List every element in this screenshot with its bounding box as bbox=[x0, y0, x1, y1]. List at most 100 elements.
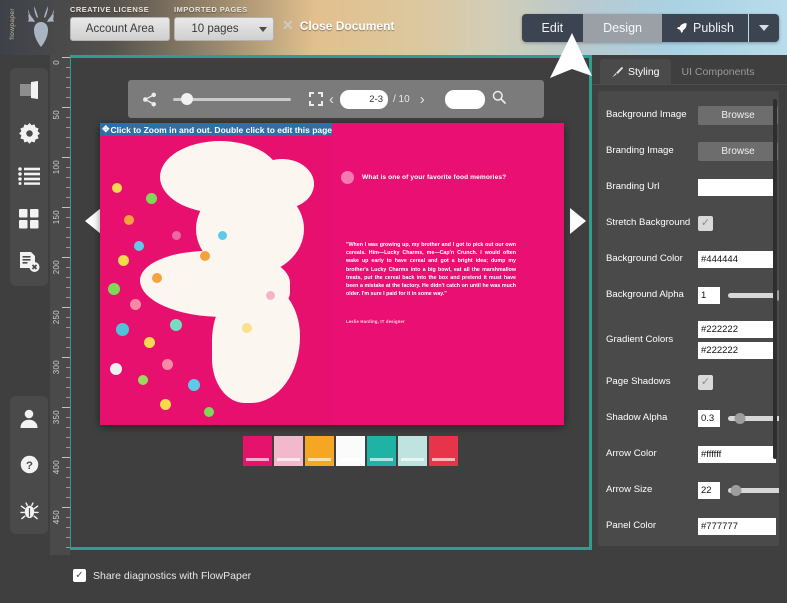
ruler-tick-minor bbox=[66, 477, 70, 478]
document-canvas[interactable]: ‹ 2-3 / 10 › bbox=[68, 55, 592, 550]
publication-icon[interactable] bbox=[17, 78, 41, 102]
field-control: Browse bbox=[698, 142, 778, 161]
value-slider[interactable] bbox=[728, 485, 779, 495]
ruler-tick-minor bbox=[66, 517, 70, 518]
ruler-tick-minor bbox=[66, 417, 70, 418]
browse-button[interactable]: Browse bbox=[698, 142, 778, 161]
share-icon[interactable] bbox=[142, 92, 157, 107]
ruler-label: 300 bbox=[52, 360, 61, 374]
page-left[interactable]: ✥ Click to Zoom in and out. Double click… bbox=[100, 123, 332, 425]
close-x-icon: ✕ bbox=[282, 17, 294, 34]
brand-logo[interactable]: flowpaper bbox=[8, 2, 60, 54]
color-input[interactable]: #222222 bbox=[698, 321, 776, 338]
ruler-tick-minor bbox=[66, 217, 70, 218]
pages-select[interactable]: 10 pages bbox=[174, 17, 274, 41]
field-row: Background Alpha1 bbox=[606, 285, 769, 305]
ruler-tick-minor bbox=[66, 377, 70, 378]
search-input[interactable] bbox=[445, 90, 485, 109]
remove-document-icon[interactable] bbox=[17, 250, 41, 274]
numeric-input[interactable]: 0.3 bbox=[698, 410, 720, 427]
page-thumb-4[interactable] bbox=[336, 436, 365, 466]
panel-scrollbar[interactable] bbox=[773, 99, 777, 459]
thumb-caption-bar bbox=[432, 458, 455, 461]
numeric-input[interactable]: 1 bbox=[698, 287, 720, 304]
field-control: #777777 bbox=[698, 518, 776, 535]
field-control: 0.3 bbox=[698, 410, 779, 427]
spread-next-arrow[interactable] bbox=[566, 206, 590, 236]
tab-edit[interactable]: Edit bbox=[522, 14, 584, 42]
zoom-slider-knob[interactable] bbox=[181, 93, 193, 105]
ruler-tick-minor bbox=[66, 317, 70, 318]
ruler-tick-minor bbox=[66, 197, 70, 198]
chevron-down-icon bbox=[259, 27, 267, 32]
text-input[interactable] bbox=[698, 179, 776, 196]
flowpaper-designer-window: flowpaper CREATIVE LICENSE Account Area … bbox=[0, 0, 787, 603]
page-thumb-7[interactable] bbox=[429, 436, 458, 466]
page-spread[interactable]: ✥ Click to Zoom in and out. Double click… bbox=[100, 123, 564, 425]
ruler-label: 200 bbox=[52, 260, 61, 274]
field-label: Background Alpha bbox=[606, 289, 698, 301]
grid-icon[interactable] bbox=[17, 207, 41, 231]
help-icon[interactable]: ? bbox=[17, 452, 41, 476]
mode-switcher: Edit Design Publish bbox=[522, 14, 779, 42]
slider-knob[interactable] bbox=[730, 485, 741, 496]
page-thumb-3[interactable] bbox=[305, 436, 334, 466]
tab-publish[interactable]: Publish bbox=[662, 14, 748, 42]
fullscreen-icon[interactable] bbox=[309, 92, 323, 106]
page-thumb-1[interactable] bbox=[243, 436, 272, 466]
text-input[interactable]: #777777 bbox=[698, 518, 776, 535]
ruler-tick-minor bbox=[66, 527, 70, 528]
page-number-input[interactable]: 2-3 bbox=[340, 90, 388, 109]
ruler-tick-major bbox=[62, 507, 70, 508]
page-thumb-5[interactable] bbox=[367, 436, 396, 466]
field-label: Gradient Colors bbox=[606, 334, 698, 346]
tab-design[interactable]: Design bbox=[583, 14, 662, 42]
pages-select-value: 10 pages bbox=[191, 23, 238, 35]
close-document-button[interactable]: ✕ Close Document bbox=[282, 17, 394, 34]
creative-license-label: CREATIVE LICENSE bbox=[70, 5, 170, 14]
user-icon[interactable] bbox=[17, 406, 41, 430]
page-right[interactable]: What is one of your favorite food memori… bbox=[332, 123, 564, 425]
next-page-button[interactable]: › bbox=[414, 92, 431, 107]
bug-icon[interactable] bbox=[17, 498, 41, 522]
text-input[interactable]: #444444 bbox=[698, 251, 776, 268]
prev-page-button[interactable]: ‹ bbox=[323, 92, 340, 107]
check-icon: ✓ bbox=[701, 218, 710, 229]
value-slider[interactable] bbox=[728, 413, 779, 423]
ruler-tick-minor bbox=[66, 237, 70, 238]
thumb-caption-bar bbox=[401, 458, 424, 461]
field-control: #ffffff bbox=[698, 446, 776, 463]
value-slider[interactable] bbox=[728, 290, 779, 300]
text-input[interactable]: #ffffff bbox=[698, 446, 776, 463]
ruler-label: 150 bbox=[52, 210, 61, 224]
ruler-tick-major bbox=[62, 107, 70, 108]
app-header: flowpaper CREATIVE LICENSE Account Area … bbox=[0, 0, 787, 55]
field-row: Gradient Colors#222222#222222 bbox=[606, 321, 769, 359]
color-input[interactable]: #222222 bbox=[698, 342, 776, 359]
checkbox[interactable]: ✓ bbox=[698, 216, 713, 231]
ruler-tick-major bbox=[62, 207, 70, 208]
settings-gear-icon[interactable] bbox=[17, 121, 41, 145]
numeric-input[interactable]: 22 bbox=[698, 482, 720, 499]
checkbox[interactable]: ✓ bbox=[698, 375, 713, 390]
share-diagnostics-checkbox[interactable]: ✓ bbox=[73, 569, 86, 582]
tab-ui-components[interactable]: UI Components bbox=[671, 59, 766, 84]
account-area-button[interactable]: Account Area bbox=[70, 17, 170, 41]
ruler-tick-minor bbox=[66, 67, 70, 68]
ruler-label: 350 bbox=[52, 410, 61, 424]
properties-panel: Styling UI Components Background ImageBr… bbox=[592, 55, 787, 565]
ruler-label: 450 bbox=[52, 510, 61, 524]
browse-button[interactable]: Browse bbox=[698, 106, 778, 125]
list-icon[interactable] bbox=[17, 164, 41, 188]
page-thumb-2[interactable] bbox=[274, 436, 303, 466]
svg-text:?: ? bbox=[26, 459, 33, 471]
publish-dropdown-button[interactable] bbox=[749, 14, 779, 42]
slider-knob[interactable] bbox=[735, 413, 746, 424]
share-diagnostics-toggle[interactable]: ✓ Share diagnostics with FlowPaper bbox=[73, 569, 251, 582]
ruler-tick-minor bbox=[66, 337, 70, 338]
zoom-slider[interactable] bbox=[173, 92, 291, 106]
field-control bbox=[698, 179, 776, 196]
search-icon[interactable] bbox=[492, 90, 506, 109]
page-thumb-6[interactable] bbox=[398, 436, 427, 466]
tab-styling[interactable]: Styling bbox=[600, 59, 671, 84]
